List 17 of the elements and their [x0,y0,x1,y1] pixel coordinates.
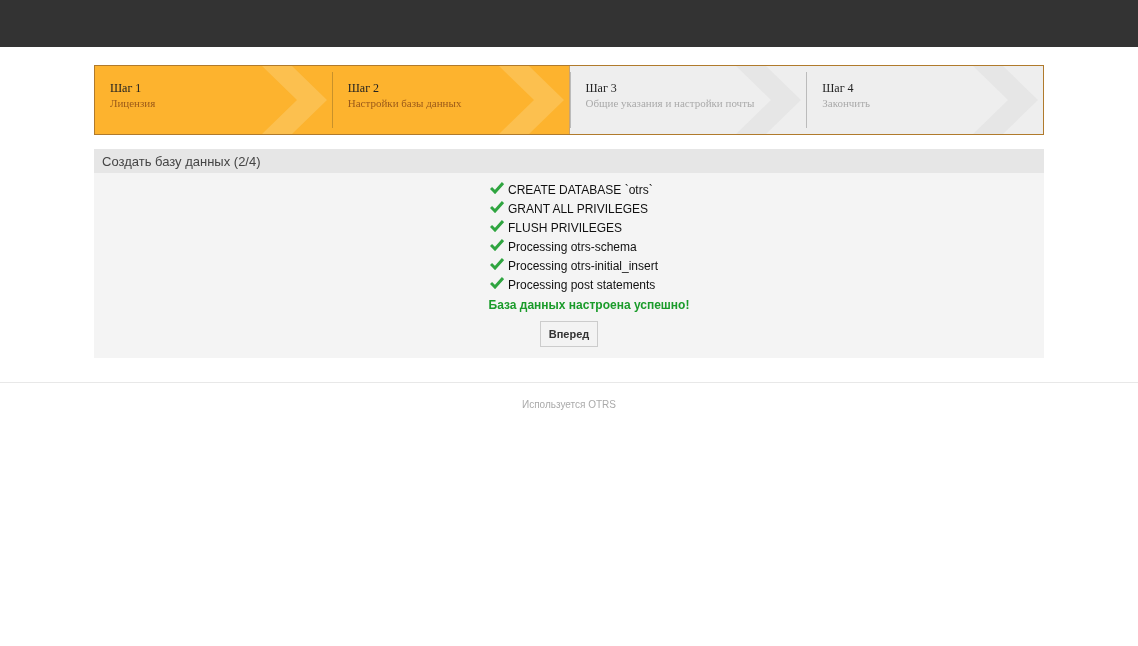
step-subtitle: Лицензия [110,97,157,109]
result-text: GRANT ALL PRIVILEGES [507,202,649,216]
step-subtitle: Настройки базы данных [347,97,463,109]
panel-title: Создать базу данных (2/4) [94,149,1044,173]
step-title: Шаг 3 [585,81,618,96]
result-text: CREATE DATABASE `otrs` [507,183,653,197]
step-title: Шаг 1 [110,81,143,96]
result-text: FLUSH PRIVILEGES [507,221,622,235]
step-title: Шаг 2 [347,81,381,96]
next-button[interactable]: Вперед [539,321,599,347]
step-title: Шаг 4 [822,81,855,96]
result-text: Processing otrs-schema [507,240,637,254]
success-message: База данных настроена успешно! [488,298,690,312]
result-text: Processing otrs-initial_insert [507,259,659,273]
footer-text: Используется OTRS [522,399,616,410]
step-subtitle: Закончить [822,97,872,109]
result-text: Processing post statements [507,278,656,292]
